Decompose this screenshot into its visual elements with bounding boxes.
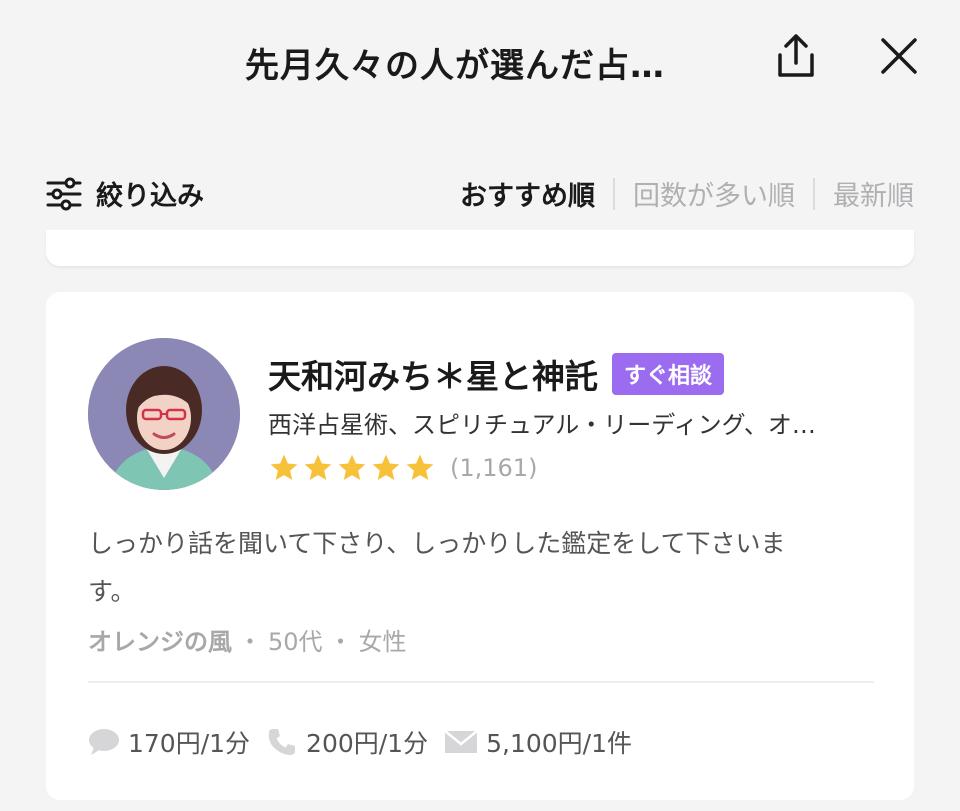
sort-tab-newest[interactable]: 最新順 xyxy=(815,174,914,213)
mail-icon xyxy=(444,730,478,753)
phone-price-text: 200円/1分 xyxy=(306,729,429,758)
review-text: しっかり話を聞いて下さり、しっかりした鑑定をして下さいま す。 xyxy=(88,520,848,616)
instant-consult-badge: すぐ相談 xyxy=(612,353,725,395)
chat-price-text: 170円/1分 xyxy=(128,729,251,758)
separator: ・ xyxy=(238,628,262,656)
star-icon xyxy=(338,454,366,480)
card-divider xyxy=(88,681,874,683)
sort-tab-recommended[interactable]: おすすめ順 xyxy=(442,174,613,213)
separator: ・ xyxy=(328,628,353,656)
phone-icon xyxy=(268,729,296,755)
chat-price: 170円/1分 xyxy=(88,724,250,760)
share-icon xyxy=(778,34,814,77)
fortune-teller-name[interactable]: 天和河みち＊星と神託 xyxy=(268,350,598,398)
close-icon xyxy=(881,38,917,74)
page: 先月久々の人が選んだ占… 絞り込み おすすめ順 回数が多い順 最新順 天和河みち… xyxy=(0,0,960,811)
genres-text: 西洋占星術、スピリチュアル・リーディング、オ… xyxy=(268,411,816,439)
star-icon xyxy=(304,454,332,480)
reviewer-gender: 女性 xyxy=(358,628,407,656)
star-icon xyxy=(406,454,434,480)
fortune-teller-card[interactable]: 天和河みち＊星と神託 すぐ相談 西洋占星術、スピリチュアル・リーディング、オ… … xyxy=(46,292,914,800)
review-count: (1,161) xyxy=(450,454,538,482)
chat-bubble-icon xyxy=(89,729,119,755)
review-line: しっかり話を聞いて下さり、しっかりした鑑定をして下さいま xyxy=(88,529,786,558)
header: 先月久々の人が選んだ占… xyxy=(0,0,960,120)
avatar[interactable] xyxy=(88,338,240,490)
reviewer-age: 50代 xyxy=(268,628,323,656)
previous-card-edge xyxy=(46,230,914,266)
sort-tab-most-sessions[interactable]: 回数が多い順 xyxy=(615,174,813,213)
filter-label: 絞り込み xyxy=(96,181,204,212)
reviewer-name: オレンジの風 xyxy=(88,628,232,656)
sort-tabs: おすすめ順 回数が多い順 最新順 xyxy=(442,174,914,213)
phone-price: 200円/1分 xyxy=(266,724,428,760)
share-button[interactable] xyxy=(772,32,820,80)
rating-row: (1,161) xyxy=(268,452,537,484)
star-icon xyxy=(270,454,298,480)
sliders-icon xyxy=(46,177,82,210)
price-row: 170円/1分 200円/1分 5,100円/1件 xyxy=(88,724,648,760)
reviewer-info: オレンジの風・ 50代・女性 xyxy=(88,622,407,657)
filter-button[interactable]: 絞り込み xyxy=(46,174,204,213)
page-title: 先月久々の人が選んだ占… xyxy=(245,46,665,86)
name-row: 天和河みち＊星と神託 すぐ相談 xyxy=(268,350,725,398)
star-icon xyxy=(372,454,400,480)
mail-price: 5,100円/1件 xyxy=(444,724,632,760)
mail-price-text: 5,100円/1件 xyxy=(486,729,632,758)
filter-sort-bar: 絞り込み おすすめ順 回数が多い順 最新順 xyxy=(0,160,960,230)
close-button[interactable] xyxy=(875,32,923,80)
review-line: す。 xyxy=(88,577,136,606)
avatar-portrait xyxy=(88,338,240,490)
